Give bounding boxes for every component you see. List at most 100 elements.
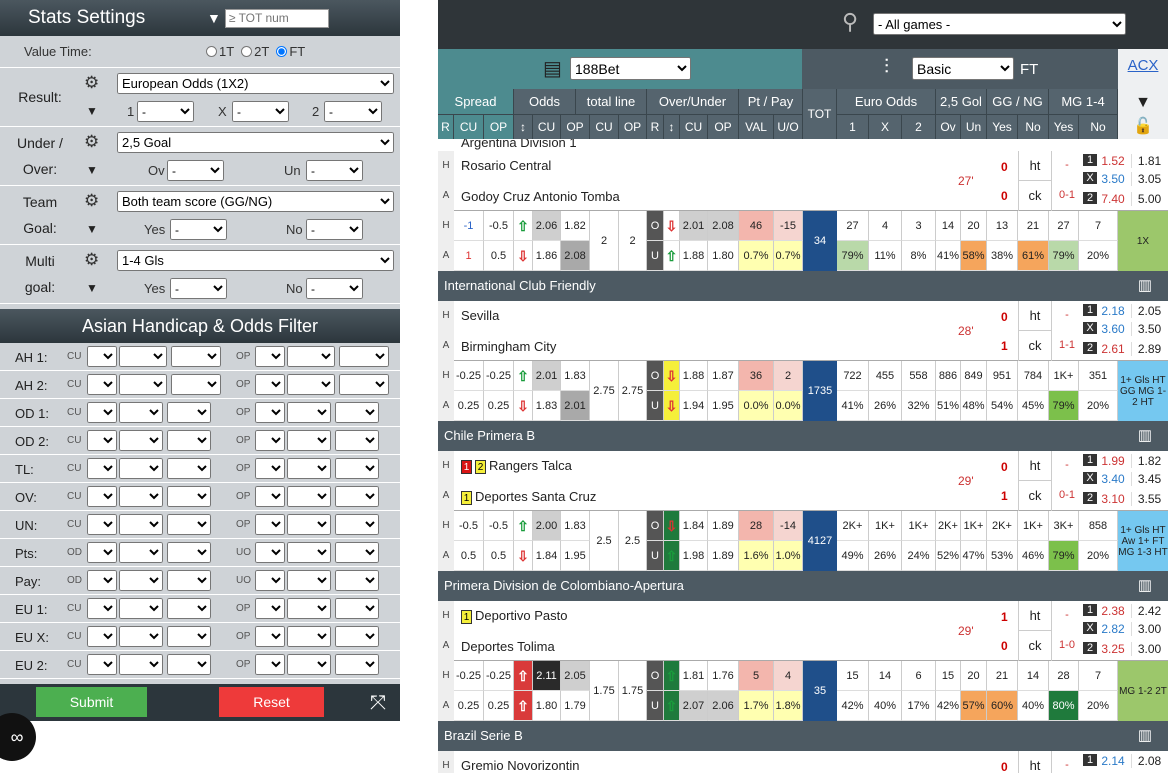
filter-select[interactable] [87,542,117,563]
filter-select[interactable] [287,458,331,479]
filter-select[interactable] [255,542,285,563]
match-row[interactable]: HA 1 Deportivo Pasto Deportes Tolima 29' … [438,601,1168,661]
yes-select[interactable]: - [170,219,227,240]
filter-select[interactable] [255,598,285,619]
filter-select[interactable] [255,514,285,535]
clear-filter-icon[interactable]: ▼ [1118,94,1168,112]
filter-select[interactable] [167,514,211,535]
tip-badge[interactable]: MG 1-2 2T [1118,661,1168,721]
filter-select[interactable] [119,430,163,451]
radio-ft[interactable]: FT [276,44,305,59]
filter-select[interactable] [335,654,379,675]
filter-select[interactable] [287,430,331,451]
filter-select[interactable] [119,626,163,647]
view-select[interactable]: Basic [912,57,1014,80]
filter-select[interactable] [287,654,331,675]
match-row[interactable]: HA Rosario Central Godoy Cruz Antonio To… [438,151,1168,211]
filter-select[interactable] [255,570,285,591]
filter-select[interactable] [87,570,117,591]
filter-select[interactable] [167,570,211,591]
filter-select[interactable] [287,570,331,591]
search-icon[interactable]: ⚲ [842,9,858,35]
filter-select[interactable] [87,486,117,507]
filter-select[interactable] [167,430,211,451]
tip-badge[interactable]: 1X [1118,211,1168,271]
radio-1t[interactable]: 1T [206,44,234,59]
gear-icon[interactable]: ⚙ [84,250,99,270]
stats-icon[interactable]: ▥ [1138,721,1152,751]
filter-select[interactable] [167,598,211,619]
filter-select[interactable] [255,458,285,479]
stats-icon[interactable]: ▥ [1138,571,1152,601]
filter-select[interactable] [87,402,117,423]
gear-icon[interactable]: ⚙ [84,73,99,93]
filter-select[interactable] [255,654,285,675]
tip-badge[interactable]: 1+ Gls HT GG MG 1-2 HT [1118,361,1168,421]
tot-input[interactable] [224,8,329,28]
filter-select[interactable] [167,654,211,675]
filter-select[interactable] [255,626,285,647]
filter-select[interactable] [87,458,117,479]
filter-select[interactable] [119,598,163,619]
filter-select[interactable] [119,570,163,591]
gear-icon[interactable]: ⚙ [84,132,99,152]
teamgoal-select[interactable]: Both team score (GG/NG) [117,191,394,212]
stats-icon[interactable]: ▥ [1138,421,1152,451]
stats-icon[interactable]: ▥ [1138,271,1152,301]
filter-select[interactable] [87,346,117,367]
filter-select[interactable] [167,626,211,647]
filter-select[interactable] [335,458,379,479]
filter-select[interactable] [87,514,117,535]
filter-select[interactable] [119,542,163,563]
radio-2t[interactable]: 2T [241,44,269,59]
filter-select[interactable] [339,374,389,395]
filter-select[interactable] [171,346,221,367]
gear-icon[interactable]: ⚙ [84,191,99,211]
filter-select[interactable] [335,542,379,563]
filter-select[interactable] [167,402,211,423]
filter-select[interactable] [335,402,379,423]
result-2-select[interactable]: - [324,101,382,122]
filter-select[interactable] [335,430,379,451]
un-select[interactable]: - [306,160,363,181]
match-row[interactable]: HA Sevilla Birmingham City 28' 0 1 ht ck … [438,301,1168,361]
match-row[interactable]: HA 1 2 Rangers Talca 1 Deportes Santa Cruz … [438,451,1168,511]
filter-select[interactable] [287,402,331,423]
filter-select[interactable] [255,430,285,451]
filter-select[interactable] [167,458,211,479]
filter-select[interactable] [87,654,117,675]
underover-select[interactable]: 2,5 Goal [117,132,394,153]
submit-button[interactable]: Submit [36,687,147,717]
unlock-icon[interactable]: 🔓 [1118,116,1168,136]
ov-select[interactable]: - [167,160,224,181]
acx-link[interactable]: ACX [1118,49,1168,89]
filter-select[interactable] [119,374,167,395]
filter-select[interactable] [335,570,379,591]
filter-select[interactable] [167,542,211,563]
filter-select[interactable] [167,486,211,507]
filter-select[interactable] [119,346,167,367]
yes-select[interactable]: - [170,278,227,299]
filter-select[interactable] [87,626,117,647]
result-select[interactable]: European Odds (1X2) [117,73,394,94]
filter-select[interactable] [335,626,379,647]
match-row[interactable]: H Gremio Novorizontin 0 ht - 1 2.14 2.08 [438,751,1168,773]
filter-select[interactable] [119,654,163,675]
filter-select[interactable] [287,374,335,395]
filter-select[interactable] [119,486,163,507]
filter-select[interactable] [171,374,221,395]
filter-select[interactable] [255,486,285,507]
result-1-select[interactable]: - [137,101,194,122]
reset-button[interactable]: Reset [219,687,324,717]
filter-select[interactable] [335,598,379,619]
filter-select[interactable] [287,346,335,367]
filter-select[interactable] [287,626,331,647]
no-select[interactable]: - [306,278,363,299]
filter-select[interactable] [287,486,331,507]
no-select[interactable]: - [306,219,363,240]
games-select[interactable]: - All games - [873,13,1126,35]
filter-select[interactable] [87,598,117,619]
collapse-icon[interactable]: ⤧ [370,692,386,715]
filter-select[interactable] [335,514,379,535]
filter-select[interactable] [87,374,117,395]
